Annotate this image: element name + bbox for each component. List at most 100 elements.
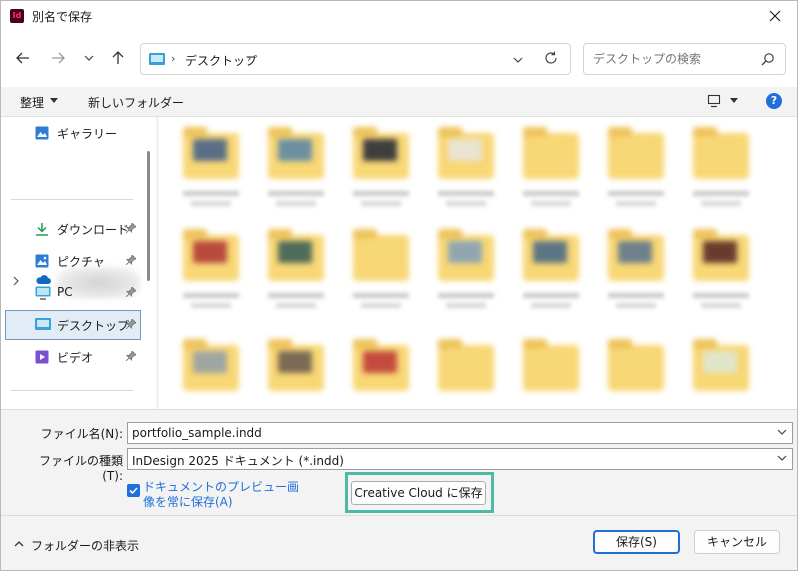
sidebar-item-label: ダウンロード xyxy=(57,223,130,237)
folder-item[interactable] xyxy=(430,339,498,409)
preview-label-line1: ドキュメントのプレビュー画 xyxy=(143,480,300,494)
search-icon[interactable] xyxy=(761,52,775,66)
download-icon xyxy=(36,223,48,236)
videos-icon xyxy=(35,350,49,364)
sidebar-item-label: ビデオ xyxy=(57,351,94,365)
view-options-icon[interactable] xyxy=(707,94,721,108)
sidebar-item-label: ピクチャ xyxy=(57,255,105,269)
save-options-panel: ファイル名(N): portfolio_sample.indd ファイルの種類(… xyxy=(1,409,797,515)
sidebar-item-label: PC xyxy=(57,285,73,299)
search-box[interactable] xyxy=(583,43,786,75)
sidebar-item-label: ギャラリー xyxy=(57,127,118,141)
folder-item[interactable] xyxy=(345,339,413,409)
desktop-icon xyxy=(35,318,51,330)
dialog-title: 別名で保存 xyxy=(32,10,93,24)
folder-item[interactable] xyxy=(600,229,668,324)
breadcrumb-separator[interactable]: › xyxy=(171,52,175,65)
help-button[interactable]: ? xyxy=(766,93,782,109)
sidebar-item-pc[interactable]: PC xyxy=(5,278,141,308)
sidebar-item-pictures[interactable]: ピクチャ xyxy=(5,246,141,276)
indesign-app-icon: Id xyxy=(10,9,24,23)
dialog-footer: フォルダーの非表示 保存(S) キャンセル xyxy=(1,515,797,570)
folder-item[interactable] xyxy=(175,339,243,409)
sidebar-item-gallery[interactable]: ギャラリー xyxy=(5,118,141,148)
preview-label-line2: 像を常に保存(A) xyxy=(143,495,233,509)
close-icon xyxy=(769,10,781,22)
chevron-down-icon[interactable] xyxy=(777,455,787,461)
checkmark-icon xyxy=(129,487,138,495)
filename-field[interactable]: portfolio_sample.indd xyxy=(127,422,793,444)
save-to-creative-cloud-button[interactable]: Creative Cloud に保存 xyxy=(351,481,486,505)
sidebar-item-desktop[interactable]: デスクトップ xyxy=(5,310,141,340)
sidebar-divider xyxy=(11,390,133,391)
folder-item[interactable] xyxy=(345,229,413,324)
arrow-left-icon xyxy=(16,52,29,64)
recent-locations-button[interactable] xyxy=(78,47,100,69)
folder-item[interactable] xyxy=(175,127,243,222)
folder-item[interactable] xyxy=(260,229,328,324)
title-bar: Id 別名で保存 xyxy=(1,1,797,31)
pin-icon[interactable] xyxy=(126,319,136,329)
navigation-pane: ギャラリー ダウンロード ピクチャ PC デスクトップ ビデオ xyxy=(1,117,156,409)
folder-item[interactable] xyxy=(175,229,243,324)
folder-item[interactable] xyxy=(685,339,753,409)
filetype-label: ファイルの種類(T): xyxy=(38,454,123,483)
pin-icon[interactable] xyxy=(126,255,136,265)
folder-item[interactable] xyxy=(685,229,753,324)
cancel-button[interactable]: キャンセル xyxy=(694,530,780,554)
up-button[interactable] xyxy=(107,47,129,69)
arrow-right-icon xyxy=(52,52,65,64)
preview-checkbox-label[interactable]: ドキュメントのプレビュー画 像を常に保存(A) xyxy=(143,480,299,510)
caret-down-icon[interactable] xyxy=(730,98,738,103)
pictures-icon xyxy=(35,254,49,268)
pin-icon[interactable] xyxy=(126,223,136,233)
sidebar-item-label: デスクトップ xyxy=(57,319,130,333)
breadcrumb-separator[interactable]: › xyxy=(247,52,251,65)
sidebar-scrollbar[interactable] xyxy=(147,151,150,281)
filetype-select[interactable]: InDesign 2025 ドキュメント (*.indd) xyxy=(127,448,793,470)
chevron-down-icon[interactable] xyxy=(513,57,523,63)
new-folder-button[interactable]: 新しいフォルダー xyxy=(88,94,184,111)
desktop-folder-icon xyxy=(149,53,165,65)
folder-item[interactable] xyxy=(515,339,583,409)
save-as-dialog: Id 別名で保存 › デスクトップ › デスクトップの検索 整理 新しいフォルダ… xyxy=(0,0,798,571)
folder-item[interactable] xyxy=(515,229,583,324)
hide-folders-toggle[interactable]: フォルダーの非表示 xyxy=(31,537,139,554)
folder-item[interactable] xyxy=(430,229,498,324)
chevron-up-icon[interactable] xyxy=(14,541,24,547)
navigation-bar: › デスクトップ › xyxy=(1,31,797,87)
pin-icon[interactable] xyxy=(126,351,136,361)
caret-down-icon[interactable] xyxy=(50,98,58,103)
address-bar[interactable]: › デスクトップ › xyxy=(140,43,571,75)
filename-value[interactable]: portfolio_sample.indd xyxy=(132,426,262,440)
organize-button[interactable]: 整理 xyxy=(20,94,44,111)
sidebar-item-videos[interactable]: ビデオ xyxy=(5,342,141,372)
sidebar-item-downloads[interactable]: ダウンロード xyxy=(5,214,141,244)
chevron-down-icon xyxy=(84,55,94,61)
filetype-value[interactable]: InDesign 2025 ドキュメント (*.indd) xyxy=(132,452,344,469)
refresh-icon[interactable] xyxy=(544,51,558,65)
folder-item[interactable] xyxy=(260,127,328,222)
back-button[interactable] xyxy=(12,47,34,69)
folder-item[interactable] xyxy=(600,339,668,409)
pc-icon xyxy=(35,286,51,300)
chevron-down-icon[interactable] xyxy=(777,429,787,435)
pin-icon[interactable] xyxy=(126,287,136,297)
close-button[interactable] xyxy=(753,1,797,31)
folder-item[interactable] xyxy=(515,127,583,222)
sidebar-divider xyxy=(11,199,133,200)
gallery-icon xyxy=(35,126,49,140)
filename-label: ファイル名(N): xyxy=(40,427,123,441)
folder-item[interactable] xyxy=(260,339,328,409)
search-input[interactable] xyxy=(585,45,755,73)
folder-item[interactable] xyxy=(600,127,668,222)
preview-checkbox[interactable] xyxy=(127,484,140,497)
folder-item[interactable] xyxy=(685,127,753,222)
command-bar: 整理 新しいフォルダー ? xyxy=(1,87,797,117)
folder-item[interactable] xyxy=(430,127,498,222)
file-list-area[interactable] xyxy=(159,117,797,409)
save-button[interactable]: 保存(S) xyxy=(593,530,680,554)
folder-item[interactable] xyxy=(345,127,413,222)
arrow-up-icon xyxy=(112,51,124,64)
forward-button[interactable] xyxy=(47,47,69,69)
